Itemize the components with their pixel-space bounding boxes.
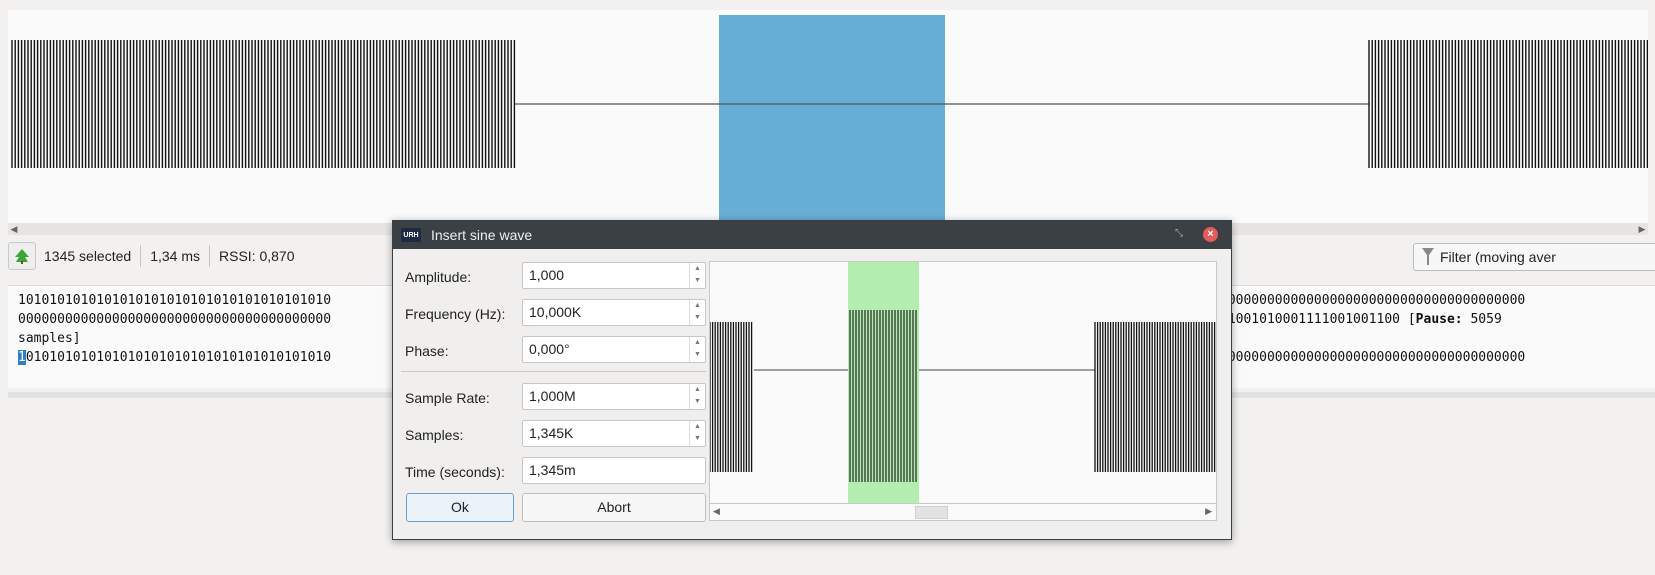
preview-burst-right — [1094, 322, 1216, 472]
restore-icon[interactable]: ⤡ — [1175, 228, 1183, 239]
dialog-titlebar[interactable]: URH Insert sine wave ⤡ × — [393, 221, 1231, 249]
time-value: 1,345m — [529, 462, 576, 478]
pause-value: 5059 — [1462, 312, 1502, 327]
spin-down-icon[interactable]: ▼ — [690, 396, 705, 408]
samples-value: 1,345K — [529, 425, 574, 441]
form-divider — [401, 371, 706, 372]
sample-rate-label: Sample Rate: — [405, 390, 490, 406]
amplitude-label: Amplitude: — [405, 269, 472, 285]
close-icon[interactable]: × — [1203, 227, 1218, 242]
time-label: Time (seconds): — [405, 464, 505, 480]
bits-text: samples] — [18, 331, 81, 346]
bits-line: 1010101010101010101010101010101010101010 — [18, 293, 331, 308]
scroll-left-arrow-icon[interactable]: ◀ — [8, 223, 20, 235]
signal-status-bar: 1345 selected 1,34 ms RSSI: 0,870 — [8, 241, 295, 271]
spin-up-icon[interactable]: ▲ — [690, 337, 705, 349]
sample-rate-value: 1,000M — [529, 388, 576, 404]
frequency-spinbox[interactable]: 10,000K ▲ ▼ — [522, 299, 706, 326]
preview-scrollbar[interactable]: ◀ ▶ — [709, 503, 1217, 521]
text-cursor: 1 — [18, 350, 26, 365]
bits-text: 11001010001111001001100 [ — [1220, 312, 1416, 327]
spin-buttons[interactable]: ▲ ▼ — [689, 421, 705, 446]
scroll-right-arrow-icon[interactable]: ▶ — [1636, 223, 1648, 235]
amplitude-value: 1,000 — [529, 267, 565, 283]
spin-down-icon[interactable]: ▼ — [690, 349, 705, 361]
phase-value: 0,000° — [529, 341, 570, 357]
rssi-value: RSSI: 0,870 — [219, 248, 295, 264]
preview-burst-left — [710, 322, 753, 472]
bits-text: 000000000000000000000000000000000000000 — [1220, 293, 1526, 308]
amplitude-spinbox[interactable]: 1,000 ▲ ▼ — [522, 262, 706, 289]
spin-buttons[interactable]: ▲ ▼ — [689, 263, 705, 288]
spin-up-icon[interactable]: ▲ — [690, 421, 705, 433]
bits-text: 010101010101010101010101010101010101010 — [25, 350, 332, 365]
urh-app-icon: URH — [401, 228, 421, 242]
selected-count: 1345 selected — [44, 248, 132, 264]
preview-waveform — [710, 262, 1216, 506]
bits-line: samples] — [18, 331, 81, 346]
samples-label: Samples: — [405, 427, 464, 443]
abort-button[interactable]: Abort — [522, 493, 706, 522]
spin-buttons[interactable]: ▲ ▼ — [689, 300, 705, 325]
signal-burst-left — [11, 40, 516, 168]
dialog-title: Insert sine wave — [431, 227, 533, 243]
phase-label: Phase: — [405, 343, 449, 359]
sample-rate-spinbox[interactable]: 1,000M ▲ ▼ — [522, 383, 706, 410]
time-field[interactable]: 1,345m — [522, 457, 706, 484]
frequency-value: 10,000K — [529, 304, 582, 320]
frequency-label: Frequency (Hz): — [405, 306, 506, 322]
bits-text: 1010101010101010101010101010101010101010 — [18, 293, 332, 308]
filter-button[interactable]: Filter (moving aver — [1413, 243, 1655, 271]
bits-line: 000000000000000000000000000000000000000 — [1220, 293, 1525, 308]
spin-up-icon[interactable]: ▲ — [690, 263, 705, 275]
pause-label: Pause: — [1415, 312, 1463, 327]
signal-burst-right — [1368, 40, 1648, 168]
bits-line: 11001010001111001001100 [Pause: 5059 — [1220, 312, 1502, 327]
green-tree-icon[interactable] — [8, 242, 36, 270]
spin-up-icon[interactable]: ▲ — [690, 384, 705, 396]
spin-down-icon[interactable]: ▼ — [690, 312, 705, 324]
bits-text: 000000000000000000000000000000000000000 — [1220, 350, 1526, 365]
scroll-left-arrow-icon[interactable]: ◀ — [713, 506, 720, 517]
selection-duration: 1,34 ms — [150, 248, 200, 264]
bits-text: 0000000000000000000000000000000000000000 — [18, 312, 332, 327]
funnel-icon — [1416, 248, 1440, 266]
filter-button-label: Filter (moving aver — [1440, 249, 1556, 265]
bits-line: 0000000000000000000000000000000000000000 — [18, 312, 331, 327]
bits-line: 1010101010101010101010101010101010101010 — [18, 350, 331, 365]
spin-buttons[interactable]: ▲ ▼ — [689, 337, 705, 362]
sine-preview-view[interactable] — [709, 261, 1217, 507]
bits-line: 000000000000000000000000000000000000000 — [1220, 350, 1525, 365]
phase-spinbox[interactable]: 0,000° ▲ ▼ — [522, 336, 706, 363]
spin-down-icon[interactable]: ▼ — [690, 433, 705, 445]
ok-button[interactable]: Ok — [406, 493, 514, 522]
divider — [209, 245, 210, 267]
spin-down-icon[interactable]: ▼ — [690, 275, 705, 287]
signal-waveform — [11, 40, 1648, 168]
spin-buttons[interactable]: ▲ ▼ — [689, 384, 705, 409]
spin-up-icon[interactable]: ▲ — [690, 300, 705, 312]
divider — [140, 245, 142, 267]
insert-sine-dialog: URH Insert sine wave ⤡ × Amplitude: 1,00… — [392, 220, 1232, 540]
scroll-right-arrow-icon[interactable]: ▶ — [1205, 506, 1212, 517]
scroll-thumb[interactable] — [915, 506, 948, 519]
samples-spinbox[interactable]: 1,345K ▲ ▼ — [522, 420, 706, 447]
